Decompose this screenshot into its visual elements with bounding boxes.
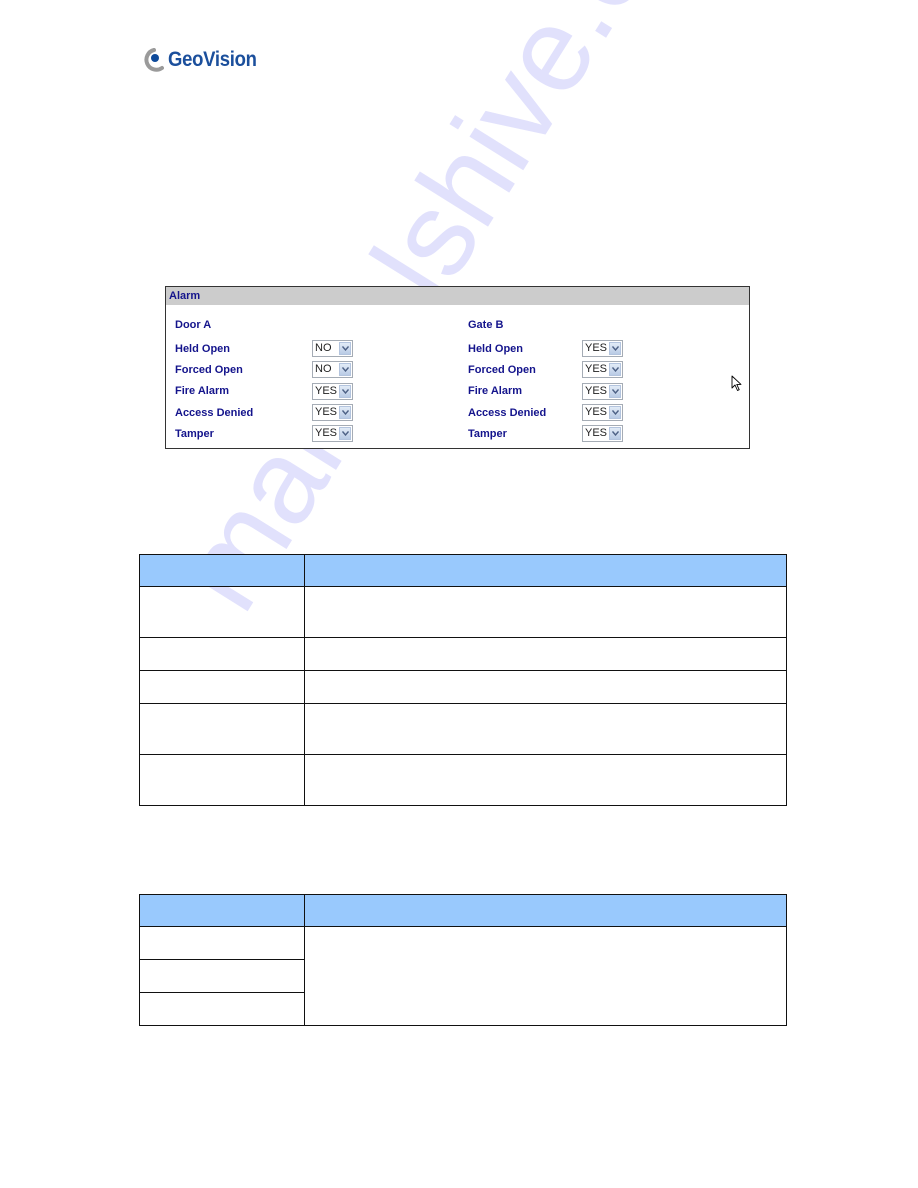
fire-alarm-select[interactable]: YES: [582, 382, 623, 400]
alarm-row-fire-alarm: Fire Alarm YES: [468, 381, 623, 402]
chevron-down-icon[interactable]: [609, 384, 621, 398]
select-value: NO: [315, 342, 332, 355]
select-value: YES: [585, 406, 608, 419]
select-value: NO: [315, 363, 332, 376]
alarm-panel-title: Alarm: [166, 287, 749, 305]
group-title: Door A: [175, 319, 212, 331]
alarm-label: Held Open: [175, 342, 231, 355]
alarm-label: Forced Open: [175, 363, 243, 376]
select-value: YES: [315, 427, 338, 440]
alarm-label: Access Denied: [175, 406, 254, 419]
forced-open-select[interactable]: NO: [312, 361, 353, 379]
chevron-down-icon[interactable]: [609, 363, 621, 377]
access-denied-select[interactable]: YES: [582, 404, 623, 422]
alarm-row-held-open: Held Open NO: [175, 338, 353, 359]
alarm-label: Access Denied: [468, 406, 547, 419]
merged-cell: [304, 926, 787, 1026]
chevron-down-icon[interactable]: [609, 406, 621, 420]
alarm-panel: Alarm Door A Held Open NO Forced Open NO…: [165, 286, 750, 449]
access-denied-select[interactable]: YES: [312, 404, 353, 422]
alarm-label: Fire Alarm: [468, 385, 523, 398]
logo-mark-icon: [142, 48, 164, 72]
select-value: YES: [585, 342, 608, 355]
alarm-label: Tamper: [175, 427, 214, 440]
chevron-down-icon[interactable]: [609, 342, 621, 356]
alarm-row-fire-alarm: Fire Alarm YES: [175, 381, 353, 402]
alarm-row-tamper: Tamper YES: [175, 423, 353, 444]
alarm-label: Held Open: [468, 342, 524, 355]
table-header-cell: [139, 894, 305, 927]
description-table-2: [139, 894, 787, 1026]
alarm-row-forced-open: Forced Open YES: [468, 359, 623, 380]
group-title: Gate B: [468, 319, 504, 331]
mouse-cursor-icon: [731, 375, 742, 391]
tamper-select[interactable]: YES: [312, 425, 353, 443]
table-row: [139, 703, 787, 755]
table-row: [139, 670, 787, 704]
tamper-select[interactable]: YES: [582, 425, 623, 443]
gate-b-group: Gate B Held Open YES Forced Open YES Fir…: [468, 317, 623, 444]
alarm-row-access-denied: Access Denied YES: [468, 402, 623, 423]
alarm-row-access-denied: Access Denied YES: [175, 402, 353, 423]
alarm-label: Tamper: [468, 427, 507, 440]
fire-alarm-select[interactable]: YES: [312, 382, 353, 400]
chevron-down-icon[interactable]: [339, 384, 351, 398]
table-header-cell: [139, 554, 305, 587]
description-table-1: [139, 554, 787, 806]
select-value: YES: [585, 384, 608, 397]
table-row: [139, 926, 787, 1026]
alarm-row-held-open: Held Open YES: [468, 338, 623, 359]
table-header-row: [139, 894, 787, 927]
table-header-row: [139, 554, 787, 587]
table-header-cell: [304, 894, 787, 927]
logo-text: GeoVision: [168, 48, 257, 71]
select-value: YES: [585, 427, 608, 440]
table-header-cell: [304, 554, 787, 587]
geovision-logo: GeoVision: [142, 45, 269, 75]
chevron-down-icon[interactable]: [609, 427, 621, 441]
select-value: YES: [585, 363, 608, 376]
select-value: YES: [315, 406, 338, 419]
chevron-down-icon[interactable]: [339, 363, 351, 377]
alarm-row-tamper: Tamper YES: [468, 423, 623, 444]
table-row: [139, 637, 787, 671]
alarm-label: Forced Open: [468, 363, 536, 376]
forced-open-select[interactable]: YES: [582, 361, 623, 379]
held-open-select[interactable]: NO: [312, 340, 353, 358]
chevron-down-icon[interactable]: [339, 406, 351, 420]
alarm-label: Fire Alarm: [175, 385, 230, 398]
chevron-down-icon[interactable]: [339, 427, 351, 441]
table-row: [139, 754, 787, 806]
held-open-select[interactable]: YES: [582, 340, 623, 358]
alarm-row-forced-open: Forced Open NO: [175, 359, 353, 380]
select-value: YES: [315, 384, 338, 397]
chevron-down-icon[interactable]: [339, 342, 351, 356]
door-a-group: Door A Held Open NO Forced Open NO Fire …: [175, 317, 353, 444]
table-row: [139, 586, 787, 638]
